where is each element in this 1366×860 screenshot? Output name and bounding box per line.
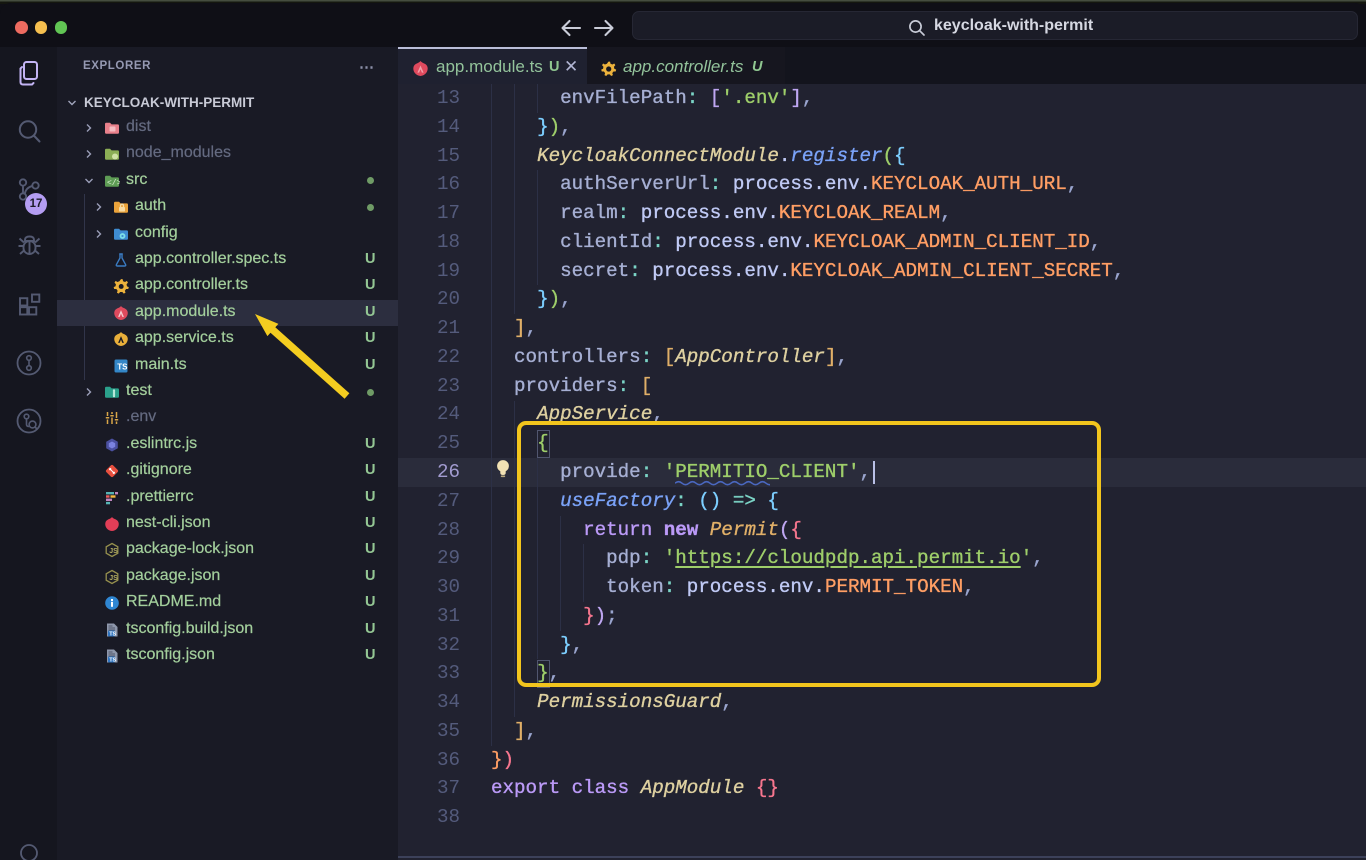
svg-text:TS: TS: [117, 362, 128, 371]
svg-text:JS: JS: [109, 548, 118, 555]
svg-text:</>: </>: [107, 179, 120, 188]
svg-text:JS: JS: [109, 575, 118, 582]
svg-text:TS: TS: [109, 631, 116, 637]
svg-text:TS: TS: [109, 657, 116, 663]
